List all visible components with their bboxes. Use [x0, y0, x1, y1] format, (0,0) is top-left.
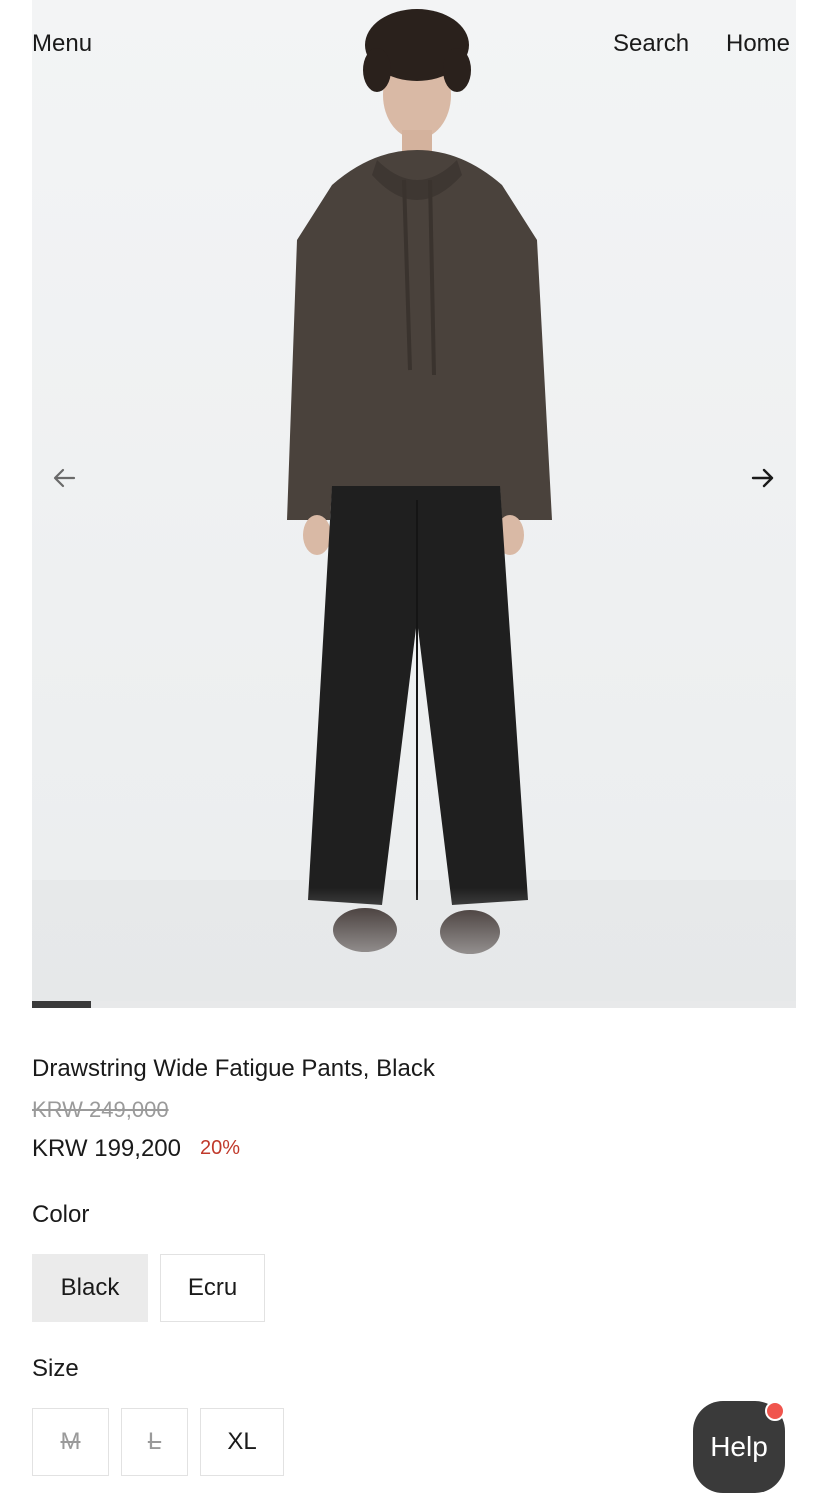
product-title: Drawstring Wide Fatigue Pants, Black: [32, 1055, 435, 1082]
discount-badge: 20%: [200, 1137, 241, 1159]
color-option-black[interactable]: Black: [32, 1254, 148, 1322]
product-image-gallery[interactable]: [32, 0, 796, 1008]
home-link[interactable]: Home: [726, 30, 790, 58]
top-navigation: Menu Search Home: [0, 0, 827, 90]
size-option-xl[interactable]: XL: [200, 1408, 284, 1476]
help-notification-dot: [765, 1401, 785, 1421]
arrow-left-icon: [53, 468, 76, 488]
menu-link[interactable]: Menu: [32, 30, 92, 58]
size-option-m[interactable]: M: [32, 1408, 109, 1476]
arrow-right-icon: [751, 468, 774, 488]
studio-floor: [32, 888, 796, 1008]
size-label: Size: [32, 1355, 79, 1382]
color-label: Color: [32, 1201, 90, 1228]
gallery-progress-fill: [32, 1001, 91, 1008]
product-photo: [32, 9, 796, 1008]
search-link[interactable]: Search: [613, 30, 689, 58]
gallery-progress-track: [32, 1001, 796, 1008]
original-price: KRW 249,000: [32, 1097, 169, 1122]
sale-price: KRW 199,200: [32, 1135, 181, 1162]
color-option-ecru[interactable]: Ecru: [160, 1254, 265, 1322]
size-option-l[interactable]: L: [121, 1408, 188, 1476]
previous-image-button[interactable]: [49, 462, 81, 494]
next-image-button[interactable]: [746, 462, 778, 494]
